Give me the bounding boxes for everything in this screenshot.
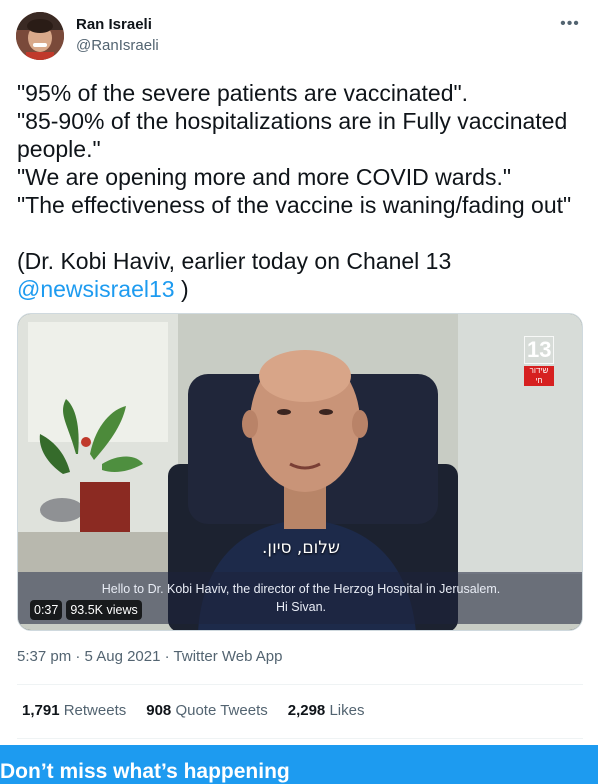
- author-name[interactable]: Ran Israeli: [76, 16, 152, 33]
- tweet-text: "95% of the severe patients are vaccinat…: [17, 79, 583, 303]
- likes-count: 2,298: [287, 702, 326, 719]
- tweet-source-app[interactable]: Twitter Web App: [174, 648, 283, 665]
- retweets-stat[interactable]: 1,791 Retweets: [22, 702, 126, 719]
- video-views: 93.5K views: [66, 600, 142, 620]
- tweet-stats: 1,791 Retweets 908 Quote Tweets 2,298 Li…: [22, 702, 364, 719]
- quote-tweets-label: Quote Tweets: [175, 702, 268, 719]
- more-horizontal-icon[interactable]: •••: [558, 12, 582, 36]
- english-subtitle-line: Hello to Dr. Kobi Haviv, the director of…: [101, 582, 501, 596]
- retweets-label: Retweets: [63, 702, 127, 719]
- retweets-count: 1,791: [22, 702, 60, 719]
- tweet-mention-line: @newsisrael13 ): [17, 275, 583, 303]
- tweet-header: Ran Israeli @RanIsraeli •••: [0, 0, 598, 70]
- mention-link[interactable]: @newsisrael13: [17, 276, 175, 302]
- likes-label: Likes: [329, 702, 365, 719]
- meta-separator: ·: [160, 648, 174, 665]
- tweet-time[interactable]: 5:37 pm: [17, 648, 71, 665]
- video-badges: 0:37 93.5K views: [30, 600, 142, 620]
- quote-tweets-stat[interactable]: 908 Quote Tweets: [146, 702, 267, 719]
- tweet-source-line: (Dr. Kobi Haviv, earlier today on Chanel…: [17, 248, 452, 274]
- banner-heading: Don’t miss what’s happening: [0, 760, 290, 783]
- tweet-line: "The effectiveness of the vaccine is wan…: [17, 192, 572, 218]
- channel-live-label: שידור חי: [524, 366, 554, 386]
- tweet-line: "We are opening more and more COVID ward…: [17, 164, 512, 190]
- closing-paren: ): [174, 276, 189, 302]
- quote-tweets-count: 908: [146, 702, 172, 719]
- video-duration: 0:37: [30, 600, 63, 620]
- meta-separator: ·: [71, 648, 85, 665]
- tweet-line: "85-90% of the hospitalizations are in F…: [17, 108, 568, 134]
- divider: [17, 684, 583, 685]
- likes-stat[interactable]: 2,298 Likes: [288, 702, 365, 719]
- tweet-line: people.": [17, 136, 101, 162]
- divider: [17, 738, 583, 739]
- tweet-line: "95% of the severe patients are vaccinat…: [17, 80, 469, 106]
- avatar[interactable]: [16, 12, 64, 60]
- author-handle[interactable]: @RanIsraeli: [76, 37, 159, 54]
- tweet-date[interactable]: 5 Aug 2021: [85, 648, 161, 665]
- channel-number: 13: [524, 336, 554, 364]
- avatar-image: [16, 12, 64, 60]
- hebrew-subtitle: שלום, סיון.: [262, 538, 340, 558]
- video-player[interactable]: 13 שידור חי שלום, סיון. Hello to Dr. Kob…: [17, 313, 583, 631]
- channel-13-logo: 13 שידור חי: [524, 336, 554, 386]
- tweet-meta: 5:37 pm · 5 Aug 2021 · Twitter Web App: [17, 648, 282, 665]
